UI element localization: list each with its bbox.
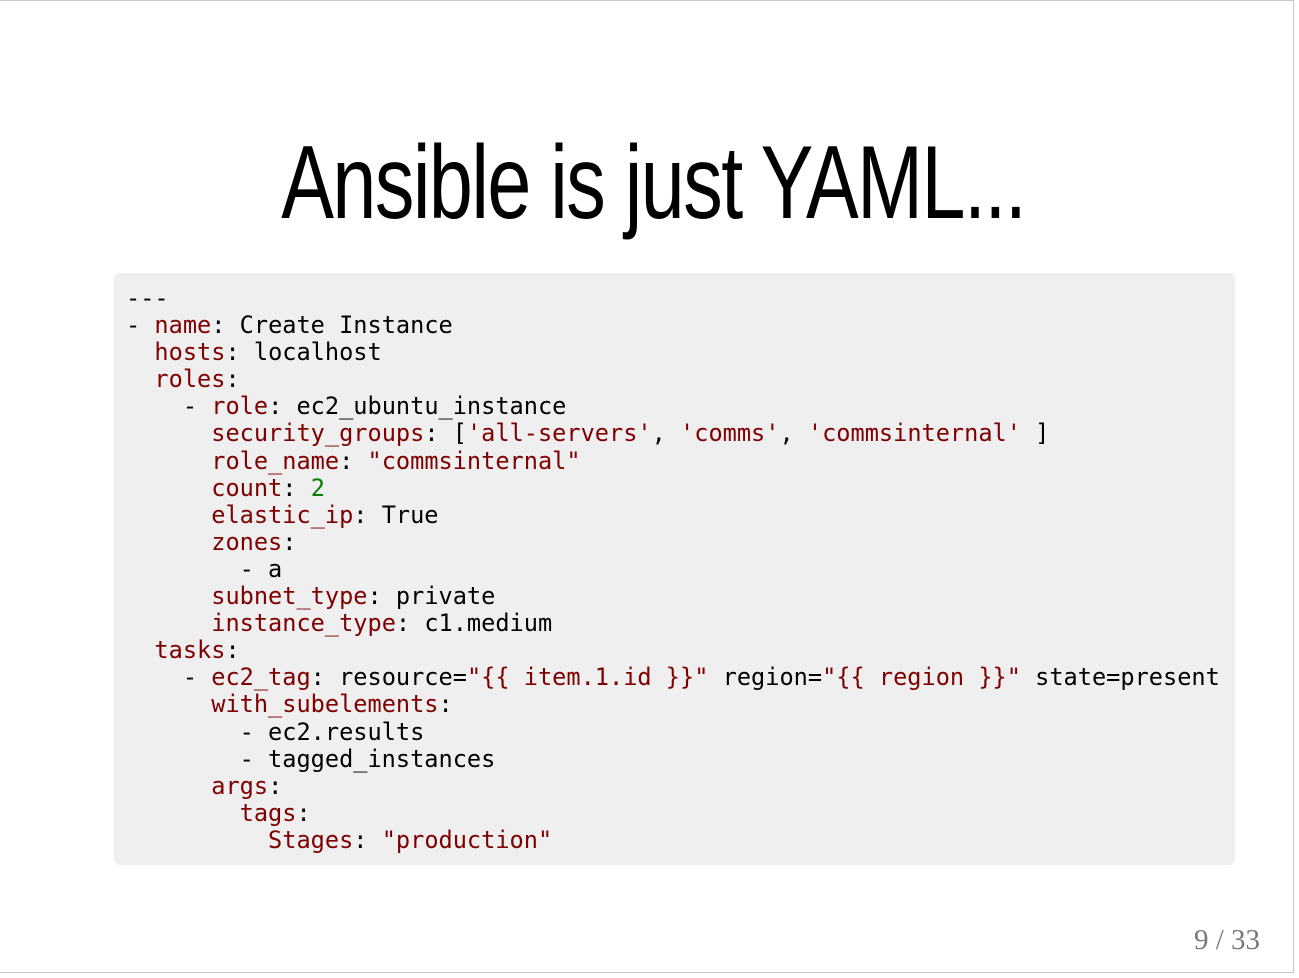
code-key: role [211,392,269,421]
code-key: instance_type [211,609,396,638]
slide-title: Ansible is just YAML... [281,125,1027,241]
code-line: subnet_type: private [126,582,1235,611]
code-text: : private [367,582,496,611]
code-text: : [225,365,240,394]
code-key: security_groups [211,419,425,448]
code-line: instance_type: c1.medium [126,610,1235,637]
code-line: role_name: "commsinternal" [126,446,1235,475]
code-key: elastic_ip [211,500,354,529]
code-text: : [ [424,419,467,448]
code-text: : [282,473,311,502]
code-line: with_subelements: [126,691,1235,718]
code-text: - a [126,554,283,583]
code-text: - [126,311,155,340]
code-text: : resource= [310,663,467,692]
code-string: "{{ item.1.id }}" [466,663,709,692]
code-line: hosts: localhost [126,339,1235,366]
code-key: tasks [154,636,226,665]
code-text: : [339,446,368,475]
code-key: ec2_tag [211,663,311,692]
code-line: args: [126,771,1235,800]
code-text: state=present [1020,663,1220,692]
code-key: Stages [268,825,354,854]
code-text: , [779,419,808,448]
code-line: - ec2.results [126,717,1235,746]
code-string: 'all-servers' [466,419,652,448]
code-key: tags [239,798,297,827]
code-string: 'commsinternal' [807,419,1021,448]
code-line: tasks: [126,637,1235,664]
page-number: 9 / 33 [1193,924,1260,956]
code-text: --- [126,284,169,312]
code-text: - [126,392,212,421]
code-text: : [296,798,311,827]
code-string: "commsinternal" [367,446,581,475]
code-line: - role: ec2_ubuntu_instance [126,393,1235,420]
code-text: : True [353,500,439,529]
code-line: Stages: "production" [126,825,1235,854]
code-text: : [438,690,453,719]
code-text: - tagged_instances [126,744,496,773]
code-line: security_groups: ['all-servers', 'comms'… [126,420,1235,447]
code-block: --- - name: Create Instance hosts: localh… [114,273,1235,865]
code-line: roles: [126,366,1235,393]
code-text: - ec2.results [126,717,425,746]
code-key: with_subelements [211,690,439,719]
code-string: "production" [381,825,553,854]
code-line: - ec2_tag: resource="{{ item.1.id }}" re… [126,664,1235,691]
code-key: hosts [154,338,226,367]
code-line: - tagged_instances [126,744,1235,773]
code-key: count [211,473,283,502]
code-line: tags: [126,798,1235,827]
code-line: - name: Create Instance [126,312,1235,339]
slide: Ansible is just YAML... --- - name: Creat… [0,0,1294,973]
code-text: : [282,527,297,556]
code-text: region= [708,663,823,692]
code-string: 'comms' [680,419,780,448]
code-text: : [353,825,382,854]
code-text: , [651,419,681,448]
code-text: : ec2_ubuntu_instance [268,392,567,421]
code-line: count: 2 [126,473,1235,502]
code-number: 2 [310,473,325,502]
code-text: : [268,771,283,800]
code-string: "{{ region }}" [822,663,1021,692]
code-line: --- [126,284,1235,312]
code-text: - [126,663,212,692]
code-text: : [225,636,240,665]
code-line: zones: [126,527,1235,556]
code-key: role_name [211,446,340,475]
code-text: ] [1020,419,1050,448]
code-text: : localhost [225,338,382,367]
code-text: : c1.medium [395,609,553,638]
code-line: elastic_ip: True [126,500,1235,529]
code-key: args [211,771,269,800]
code-key: roles [154,365,226,394]
code-key: zones [211,527,283,556]
code-key: subnet_type [211,582,368,611]
code-key: name [154,311,212,340]
code-text: : Create Instance [211,311,453,340]
code-line: - a [126,554,1235,583]
